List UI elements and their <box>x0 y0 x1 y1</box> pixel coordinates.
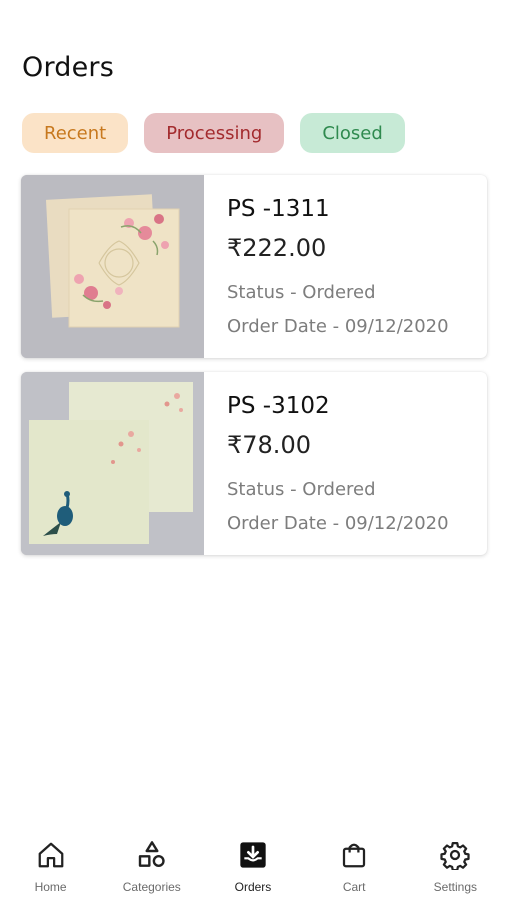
order-card[interactable]: PS -1311 ₹222.00 Status - Ordered Order … <box>21 175 487 358</box>
nav-cart[interactable]: Cart <box>304 830 405 900</box>
filter-recent[interactable]: Recent <box>22 113 129 153</box>
order-thumbnail <box>21 372 204 555</box>
nav-home[interactable]: Home <box>0 830 101 900</box>
order-status: Status - Ordered <box>227 479 376 500</box>
order-thumbnail <box>21 175 204 358</box>
nav-label: Settings <box>433 880 478 894</box>
cart-icon <box>337 838 371 872</box>
settings-icon <box>438 838 472 872</box>
categories-icon <box>135 838 169 872</box>
nav-label: Cart <box>342 880 366 894</box>
order-date: Order Date - 09/12/2020 <box>227 316 449 337</box>
nav-categories[interactable]: Categories <box>101 830 202 900</box>
order-id: PS -1311 <box>227 196 330 222</box>
nav-label: Categories <box>122 880 181 894</box>
nav-orders[interactable]: Orders <box>202 830 303 900</box>
orders-icon <box>236 838 270 872</box>
filter-closed[interactable]: Closed <box>300 113 405 153</box>
bottom-navigation: Home Categories Orders Cart Settings <box>0 830 506 900</box>
nav-label: Orders <box>234 880 272 894</box>
orders-list: PS -1311 ₹222.00 Status - Ordered Order … <box>21 175 487 569</box>
nav-label: Home <box>34 880 67 894</box>
order-price: ₹222.00 <box>227 234 327 262</box>
order-status: Status - Ordered <box>227 282 376 303</box>
page-title: Orders <box>22 52 114 83</box>
order-filter-tabs: Recent Processing Closed <box>22 113 405 153</box>
order-price: ₹78.00 <box>227 431 311 459</box>
order-id: PS -3102 <box>227 393 330 419</box>
filter-processing[interactable]: Processing <box>144 113 285 153</box>
home-icon <box>34 838 68 872</box>
nav-settings[interactable]: Settings <box>405 830 506 900</box>
order-card[interactable]: PS -3102 ₹78.00 Status - Ordered Order D… <box>21 372 487 555</box>
order-date: Order Date - 09/12/2020 <box>227 513 449 534</box>
